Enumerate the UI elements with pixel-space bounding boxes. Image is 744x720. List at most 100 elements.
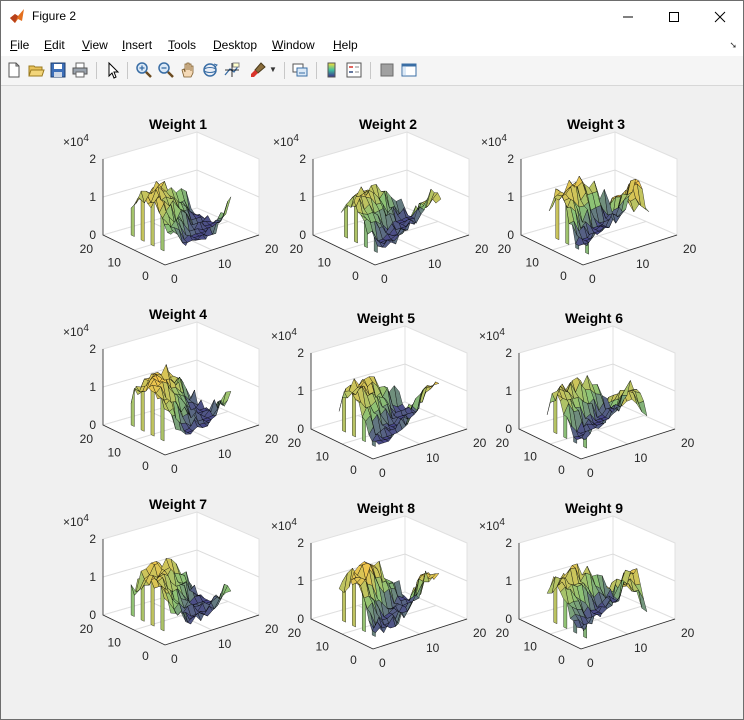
z-exponent-label: ×104 bbox=[481, 133, 507, 149]
menu-desktop[interactable]: Desktop bbox=[213, 38, 257, 52]
subplot-7[interactable]: 0 1 2 ×104 0 10 20 0 10 20 Weight 7 bbox=[63, 492, 293, 672]
surface-axes-5[interactable]: 012×1040102001020 bbox=[271, 306, 501, 486]
toolbar-separator bbox=[370, 62, 371, 79]
y-tick-label: 20 bbox=[290, 242, 304, 256]
y-tick-label: 0 bbox=[142, 459, 149, 473]
pan-icon[interactable] bbox=[179, 61, 197, 79]
z-tick-label: 2 bbox=[89, 532, 96, 546]
surface-axes-1[interactable]: 012×1040102001020 bbox=[63, 112, 293, 292]
z-tick-label: 0 bbox=[299, 228, 306, 242]
colorbar-icon[interactable] bbox=[323, 61, 341, 79]
x-tick-label: 10 bbox=[636, 257, 650, 271]
save-icon[interactable] bbox=[49, 61, 67, 79]
minimize-button[interactable] bbox=[605, 1, 651, 32]
subplot-9[interactable]: 0 1 2 ×104 0 10 20 0 10 20 Weight 9 bbox=[479, 496, 709, 676]
y-tick-label: 0 bbox=[558, 653, 565, 667]
close-button[interactable] bbox=[697, 1, 743, 32]
surface-axes-2[interactable]: 012×1040102001020 bbox=[273, 112, 503, 292]
y-tick-label: 10 bbox=[316, 450, 330, 464]
menu-bar: File Edit View Insert Tools Desktop Wind… bbox=[1, 32, 743, 56]
y-tick-label: 20 bbox=[80, 622, 94, 636]
subplot-title: Weight 6 bbox=[564, 310, 624, 326]
close-icon bbox=[714, 11, 726, 22]
toolbar-separator bbox=[96, 62, 97, 79]
x-tick-label: 0 bbox=[379, 656, 386, 670]
print-icon[interactable] bbox=[71, 61, 89, 79]
brush-icon[interactable] bbox=[249, 61, 267, 79]
x-tick-label: 10 bbox=[218, 447, 232, 461]
zoom-out-icon[interactable] bbox=[157, 61, 175, 79]
title-bar[interactable]: Figure 2 bbox=[1, 1, 743, 32]
edit-plot-icon[interactable] bbox=[104, 61, 122, 79]
z-tick-label: 2 bbox=[505, 536, 512, 550]
y-tick-label: 10 bbox=[526, 256, 540, 270]
maximize-button[interactable] bbox=[651, 1, 697, 32]
x-tick-label: 10 bbox=[634, 451, 648, 465]
subplot-1[interactable]: 0 1 2 ×104 0 10 20 0 10 20 Weight 1 bbox=[63, 112, 293, 292]
z-tick-label: 2 bbox=[89, 342, 96, 356]
menu-insert[interactable]: Insert bbox=[122, 38, 152, 52]
subplot-8[interactable]: 0 1 2 ×104 0 10 20 0 10 20 Weight 8 bbox=[271, 496, 501, 676]
x-tick-label: 0 bbox=[587, 656, 594, 670]
y-tick-label: 0 bbox=[350, 653, 357, 667]
surface-axes-9[interactable]: 012×1040102001020 bbox=[479, 496, 709, 676]
subplot-5[interactable]: 0 1 2 ×104 0 10 20 0 10 20 Weight 5 bbox=[271, 306, 501, 486]
figure-window: Figure 2 File Edit View Insert Tools Des… bbox=[0, 0, 744, 720]
window-title: Figure 2 bbox=[32, 9, 77, 23]
z-exponent-label: ×104 bbox=[271, 517, 297, 533]
show-plot-tools-icon[interactable] bbox=[400, 61, 418, 79]
data-cursor-icon[interactable] bbox=[223, 61, 241, 79]
figure-canvas[interactable]: 0 1 2 ×104 0 10 20 0 10 20 Weight 1 0 1 2 ×104 0 10 20 0 10… bbox=[1, 86, 743, 719]
z-tick-label: 1 bbox=[297, 384, 304, 398]
menu-view[interactable]: View bbox=[82, 38, 108, 52]
y-tick-label: 10 bbox=[108, 256, 122, 270]
new-figure-icon[interactable] bbox=[5, 61, 23, 79]
x-tick-label: 0 bbox=[381, 272, 388, 286]
x-tick-label: 10 bbox=[426, 641, 440, 655]
menu-tools[interactable]: Tools bbox=[168, 38, 196, 52]
y-tick-label: 20 bbox=[80, 432, 94, 446]
brush-dropdown-icon[interactable]: ▼ bbox=[269, 65, 277, 74]
z-tick-label: 1 bbox=[507, 190, 514, 204]
z-exponent-label: ×104 bbox=[63, 513, 89, 529]
dock-arrow-icon[interactable]: ➘ bbox=[729, 40, 737, 51]
subplot-6[interactable]: 0 1 2 ×104 0 10 20 0 10 20 Weight 6 bbox=[479, 306, 709, 486]
minimize-icon bbox=[623, 16, 633, 17]
surface-axes-3[interactable]: 012×1040102001020 bbox=[481, 112, 711, 292]
rotate-3d-icon[interactable] bbox=[201, 61, 219, 79]
x-tick-label: 0 bbox=[589, 272, 596, 286]
surface-axes-4[interactable]: 012×1040102001020 bbox=[63, 302, 293, 482]
surface-axes-8[interactable]: 012×1040102001020 bbox=[271, 496, 501, 676]
subplot-4[interactable]: 0 1 2 ×104 0 10 20 0 10 20 Weight 4 bbox=[63, 302, 293, 482]
y-tick-label: 0 bbox=[142, 649, 149, 663]
zoom-in-icon[interactable] bbox=[135, 61, 153, 79]
x-tick-label: 0 bbox=[171, 462, 178, 476]
menu-window[interactable]: Window bbox=[272, 38, 315, 52]
open-file-icon[interactable] bbox=[27, 61, 45, 79]
z-tick-label: 2 bbox=[297, 536, 304, 550]
z-tick-label: 1 bbox=[89, 190, 96, 204]
x-tick-label: 20 bbox=[683, 242, 697, 256]
surface-axes-7[interactable]: 012×1040102001020 bbox=[63, 492, 293, 672]
z-exponent-label: ×104 bbox=[63, 133, 89, 149]
hide-plot-tools-icon[interactable] bbox=[378, 61, 396, 79]
z-tick-label: 1 bbox=[89, 380, 96, 394]
surface-axes-6[interactable]: 012×1040102001020 bbox=[479, 306, 709, 486]
y-tick-label: 10 bbox=[318, 256, 332, 270]
z-exponent-label: ×104 bbox=[479, 327, 505, 343]
z-tick-label: 0 bbox=[89, 418, 96, 432]
x-tick-label: 20 bbox=[681, 436, 695, 450]
legend-icon[interactable] bbox=[345, 61, 363, 79]
z-tick-label: 2 bbox=[505, 346, 512, 360]
menu-edit[interactable]: Edit bbox=[44, 38, 65, 52]
subplot-3[interactable]: 0 1 2 ×104 0 10 20 0 10 20 Weight 3 bbox=[481, 112, 711, 292]
menu-help[interactable]: Help bbox=[333, 38, 358, 52]
link-plot-icon[interactable] bbox=[291, 61, 309, 79]
menu-file[interactable]: File bbox=[10, 38, 29, 52]
z-tick-label: 2 bbox=[507, 152, 514, 166]
subplot-2[interactable]: 0 1 2 ×104 0 10 20 0 10 20 Weight 2 bbox=[273, 112, 503, 292]
y-tick-label: 10 bbox=[108, 636, 122, 650]
y-tick-label: 20 bbox=[288, 626, 302, 640]
z-tick-label: 0 bbox=[89, 608, 96, 622]
subplot-title: Weight 1 bbox=[148, 116, 208, 132]
